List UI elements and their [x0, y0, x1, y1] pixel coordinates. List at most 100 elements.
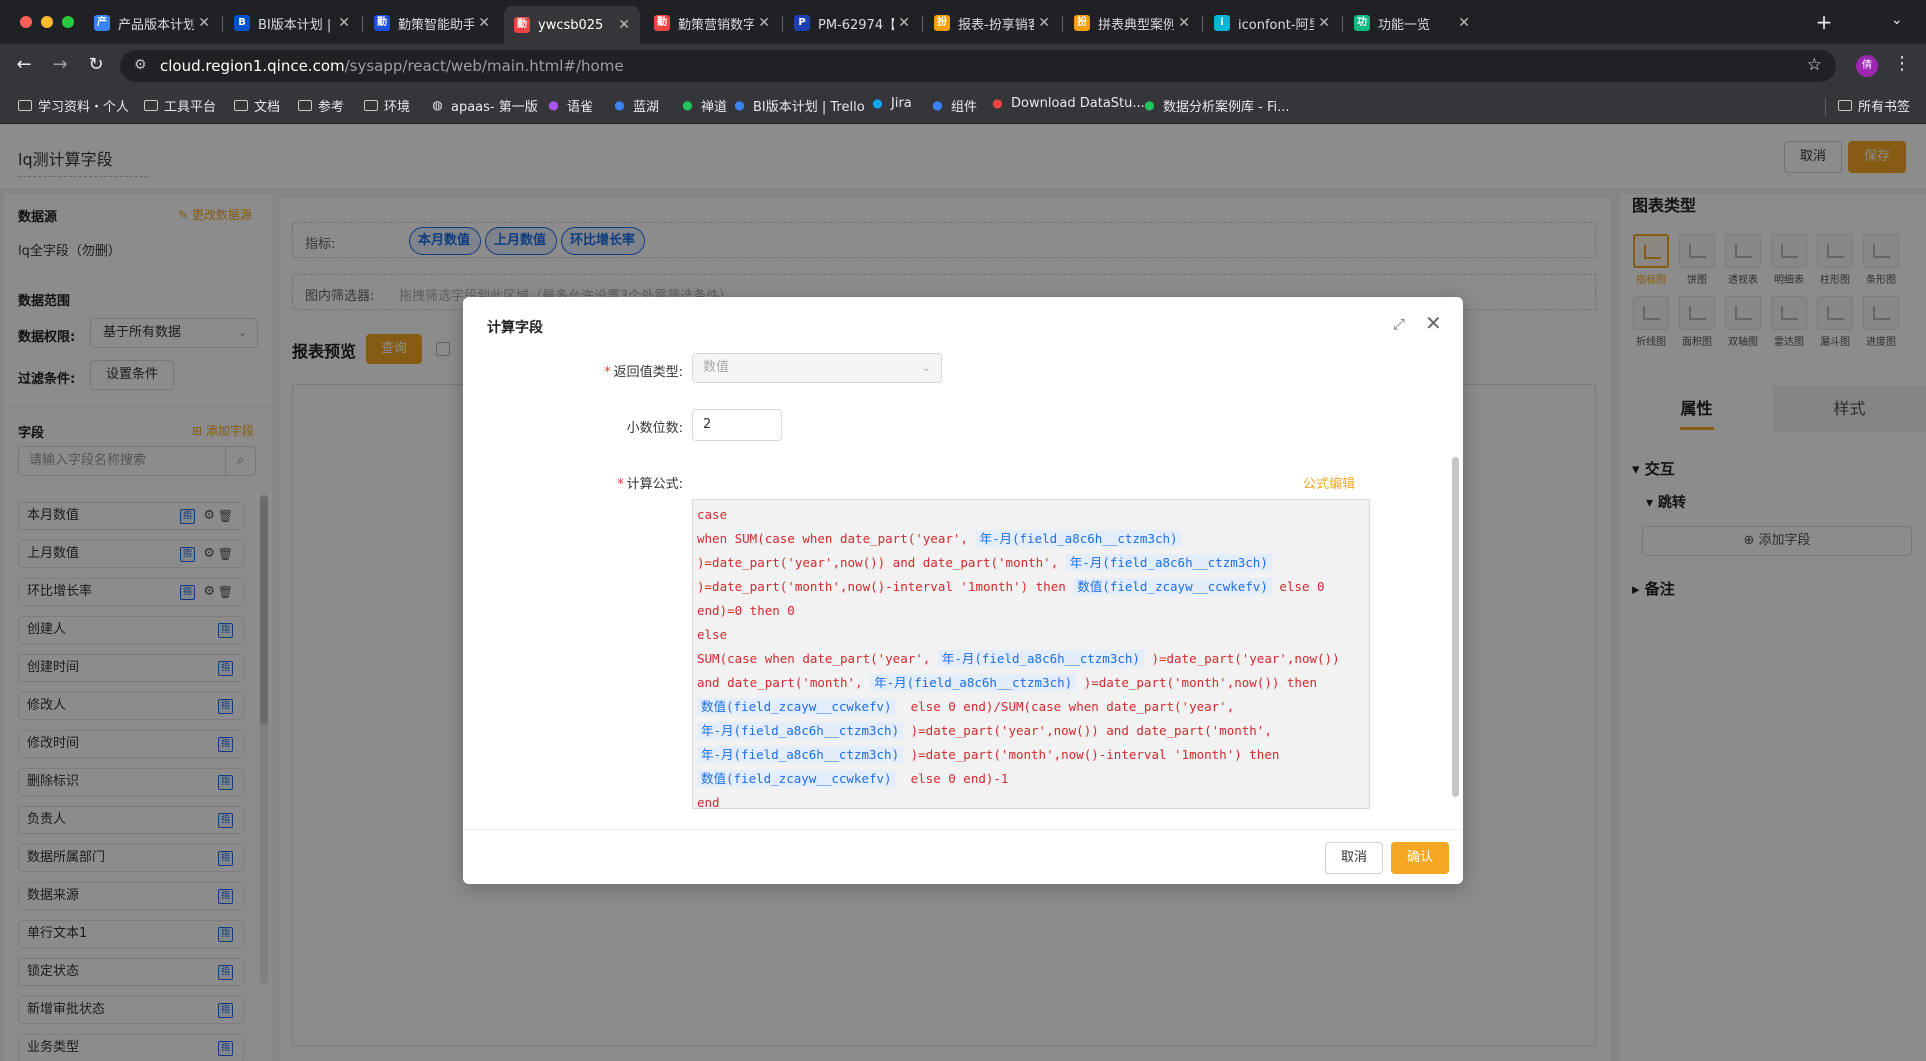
formula-line: 数值(field_zcayw__ccwkefv) else 0 end)/SUM… [697, 695, 1365, 719]
formula-text: else 0 end)/SUM(case when date_part('yea… [895, 699, 1235, 714]
formula-editor[interactable]: case when SUM(case when date_part('year',… [692, 499, 1370, 810]
tab-favicon-icon: 勤 [374, 15, 390, 31]
tab-close-icon[interactable]: ✕ [1458, 15, 1470, 31]
tab-separator [362, 16, 363, 32]
return-type-value: 数值 [703, 360, 730, 375]
all-bookmarks[interactable]: 所有书签 [1838, 96, 1910, 115]
formula-text: )=date_part('month',now()) then [1076, 675, 1318, 690]
tab-close-icon[interactable]: ✕ [478, 15, 490, 31]
folder-icon [144, 100, 158, 111]
tab-title: 产品版本计划管理 [118, 17, 195, 33]
calculated-field-dialog: 计算字段 ⤢ ✕ * 返回值类型: 数值 ⌄ 小数位数: 2 * 计算公式: 公式编… [463, 297, 1463, 884]
tab-close-icon[interactable]: ✕ [758, 15, 770, 31]
browser-tab[interactable]: 勤勤策智能助手 ✕ [364, 6, 500, 40]
bookmark-item[interactable]: 环境 [364, 96, 410, 115]
window-close-button[interactable] [20, 16, 32, 28]
browser-tab[interactable]: i iconfont-阿里巴巴✕ [1204, 6, 1340, 40]
bookmark-item[interactable]: 学习资料・个人 [18, 96, 129, 115]
formula-text: when SUM(case when date_part('year', [697, 531, 976, 546]
bookmark-label: Jira [891, 96, 912, 111]
bookmark-item[interactable]: 文档 [234, 96, 280, 115]
site-favicon-icon: ● [872, 96, 883, 110]
tab-title: 报表-扮享销客 [958, 17, 1035, 33]
dialog-scroll-thumb[interactable] [1452, 457, 1459, 797]
tab-search-icon[interactable]: ⌄ [1891, 12, 1903, 28]
bookmark-item[interactable]: ● 禅道 [680, 96, 727, 116]
formula-field-token[interactable]: 年-月(field_a8c6h__ctzm3ch) [937, 650, 1144, 667]
bookmark-item[interactable]: ● 语雀 [546, 96, 593, 116]
bookmark-item[interactable]: ◍ apaas- 第一版 [430, 96, 538, 116]
bookmark-label: 数据分析案例库 - Fi... [1163, 100, 1290, 115]
browser-tab[interactable]: 产产品版本计划管理✕ [84, 6, 220, 40]
tab-close-icon[interactable]: ✕ [1318, 15, 1330, 31]
tab-close-icon[interactable]: ✕ [338, 15, 350, 31]
tab-close-icon[interactable]: ✕ [1038, 15, 1050, 31]
bookmark-label: 学习资料・个人 [38, 100, 130, 115]
browser-tab[interactable]: 勤 ywcsb025 ✕ [504, 6, 640, 44]
window-minimize-button[interactable] [41, 16, 53, 28]
return-type-label: * 返回值类型: [604, 365, 683, 380]
tab-title: BI版本计划 | Trello [258, 17, 334, 33]
browser-tab[interactable]: B BI版本计划 | Trello✕ [224, 6, 360, 40]
tab-close-icon[interactable]: ✕ [1178, 15, 1190, 31]
browser-tab[interactable]: 扮拼表典型案例分析✕ [1064, 6, 1200, 40]
tab-favicon-icon: 扮 [1074, 15, 1090, 31]
close-icon[interactable]: ✕ [1425, 311, 1442, 335]
decimal-input[interactable]: 2 [692, 409, 782, 441]
dialog-cancel-button[interactable]: 取消 [1325, 842, 1383, 874]
bookmark-item[interactable]: ● 数据分析案例库 - Fi... [1142, 96, 1290, 116]
bookmark-item[interactable]: 参考 [298, 96, 344, 115]
tab-close-icon[interactable]: ✕ [198, 15, 210, 31]
formula-field-token[interactable]: 数值(field_zcayw__ccwkefv) [1073, 578, 1272, 595]
tab-title: 勤策智能助手 [398, 17, 475, 33]
bookmark-item[interactable]: ● Jira [870, 96, 912, 111]
browser-tab[interactable]: 功功能一览 ✕ [1344, 6, 1480, 40]
new-tab-button[interactable]: + [1812, 10, 1836, 34]
tab-separator [922, 16, 923, 32]
formula-text: and date_part('month', [697, 675, 871, 690]
back-icon[interactable]: ← [12, 54, 36, 75]
browser-menu-icon[interactable]: ⋮ [1893, 53, 1911, 74]
browser-tab[interactable]: 扮报表-扮享销客 ✕ [924, 6, 1060, 40]
browser-tab[interactable]: P PM-62974【aPa✕ [784, 6, 920, 40]
formula-field-token[interactable]: 年-月(field_a8c6h__ctzm3ch) [1065, 554, 1272, 571]
expand-icon[interactable]: ⤢ [1393, 315, 1405, 333]
bookmark-item[interactable]: ● 蓝湖 [612, 96, 659, 116]
formula-label: * 计算公式: [617, 477, 683, 492]
formula-text: SUM(case when date_part('year', [697, 651, 938, 666]
tab-separator [782, 16, 783, 32]
formula-line: when SUM(case when date_part('year', 年-月… [697, 527, 1365, 551]
bookmark-item[interactable]: 工具平台 [144, 96, 216, 115]
formula-field-token[interactable]: 年-月(field_a8c6h__ctzm3ch) [870, 674, 1077, 691]
bookmark-item[interactable]: ● 组件 [930, 96, 978, 116]
browser-tab[interactable]: 勤勤策营销数字化平台✕ [644, 6, 780, 40]
tab-close-icon[interactable]: ✕ [618, 17, 630, 33]
formula-field-token[interactable]: 年-月(field_a8c6h__ctzm3ch) [697, 722, 904, 739]
formula-field-token[interactable]: 数值(field_zcayw__ccwkefv) [697, 770, 896, 787]
bookmark-item[interactable]: ● Download DataStu... [990, 96, 1145, 111]
site-info-icon[interactable]: ⚙ [134, 57, 147, 73]
address-bar[interactable]: ⚙ cloud.region1.qince.com/sysapp/react/w… [120, 50, 1836, 82]
formula-edit-link[interactable]: 公式编辑 [1303, 473, 1355, 492]
profile-avatar[interactable]: 倩 [1856, 55, 1878, 77]
reload-icon[interactable]: ↻ [84, 54, 108, 75]
tab-title: 拼表典型案例分析 [1098, 17, 1175, 33]
return-type-select[interactable]: 数值 ⌄ [692, 353, 942, 383]
dialog-body: * 返回值类型: 数值 ⌄ 小数位数: 2 * 计算公式: 公式编辑 case whe… [463, 353, 1455, 829]
formula-field-token[interactable]: 年-月(field_a8c6h__ctzm3ch) [975, 530, 1182, 547]
bookmark-label: 组件 [951, 100, 978, 115]
folder-icon [18, 100, 32, 111]
forward-icon[interactable]: → [48, 54, 72, 75]
bookmark-item[interactable]: ● BI版本计划 | Trello [732, 96, 864, 116]
formula-field-token[interactable]: 数值(field_zcayw__ccwkefv) [697, 698, 896, 715]
formula-line: 年-月(field_a8c6h__ctzm3ch) )=date_part('m… [697, 743, 1365, 767]
formula-field-token[interactable]: 年-月(field_a8c6h__ctzm3ch) [697, 746, 904, 763]
browser-toolbar: ← → ↻ ⚙ cloud.region1.qince.com/sysapp/r… [0, 44, 1926, 88]
dialog-confirm-button[interactable]: 确认 [1391, 842, 1449, 874]
tab-favicon-icon: 产 [94, 15, 110, 31]
tab-title: 功能一览 [1378, 17, 1431, 33]
window-zoom-button[interactable] [62, 16, 74, 28]
url-path: /sysapp/react/web/main.html#/home [344, 57, 624, 75]
tab-close-icon[interactable]: ✕ [898, 15, 910, 31]
bookmark-star-icon[interactable]: ☆ [1807, 55, 1822, 75]
